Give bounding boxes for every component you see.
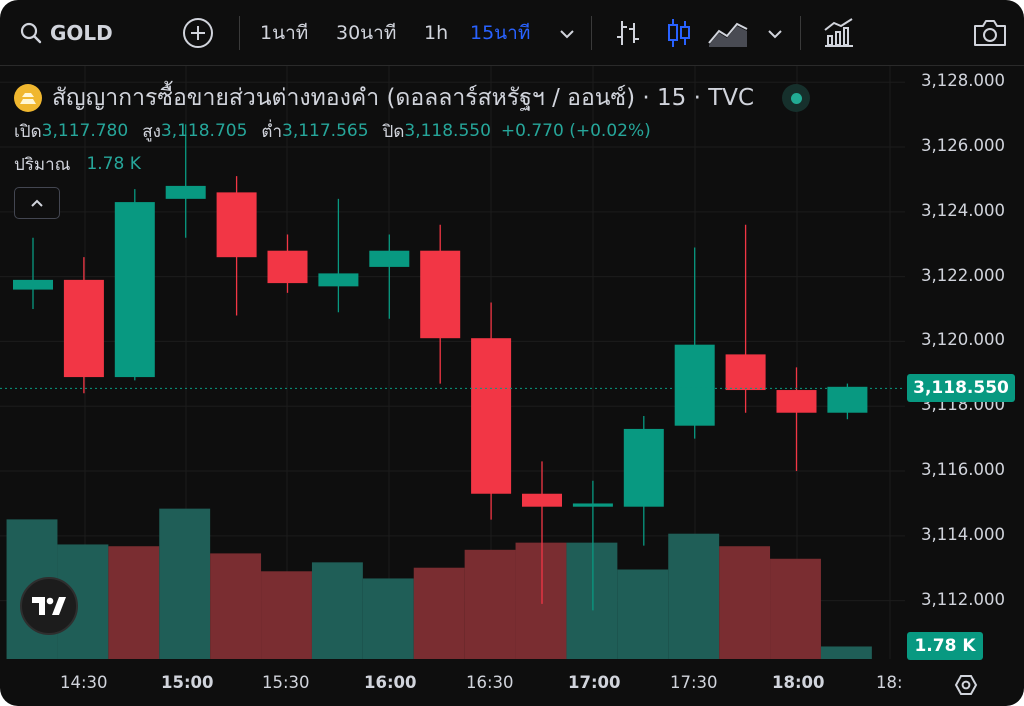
candle-body: [827, 386, 868, 413]
candle-body: [725, 354, 766, 391]
price-tick-label: 3,126.000: [921, 136, 1005, 155]
volume-bar: [668, 533, 720, 659]
candle-body: [623, 428, 664, 507]
time-tick-label: 16:00: [364, 673, 417, 692]
candle-body: [674, 344, 715, 426]
volume-bar: [820, 646, 872, 659]
volume-bar: [566, 542, 618, 659]
volume-bar: [210, 553, 262, 659]
open-value: 3,117.780: [41, 121, 129, 141]
volume-bar: [261, 571, 312, 659]
time-tick-label: 15:30: [262, 673, 310, 692]
volume-bar: [617, 569, 669, 659]
volume-bar: [515, 542, 567, 659]
volume-bar: [159, 508, 211, 659]
open-label: เปิด: [14, 121, 42, 142]
price-tick-label: 3,116.000: [921, 460, 1005, 480]
candle-body: [318, 273, 359, 287]
candle: [725, 224, 766, 413]
candle: [114, 189, 155, 381]
time-tick-label: 17:30: [670, 673, 718, 692]
price-tick-label: 3,114.000: [921, 524, 1005, 544]
candle-body: [114, 202, 155, 378]
low-value: 3,117.565: [282, 121, 369, 141]
time-tick-label: 18:15: [876, 673, 902, 692]
volume-bar: [719, 546, 771, 659]
time-tick-label: 14:30: [60, 673, 108, 692]
candle-body: [471, 338, 512, 494]
gold-symbol-icon: [14, 84, 42, 112]
chevron-up-icon: [31, 199, 43, 207]
time-tick-label: 16:30: [466, 673, 514, 692]
volume-value: 1.78 K: [86, 154, 141, 174]
candle: [776, 367, 817, 472]
symbol-title: สัญญาการซื้อขายส่วนต่างทองคำ (ดอลลาร์สหร…: [52, 85, 755, 111]
candle-body: [522, 493, 562, 507]
legend-title-row: สัญญาการซื้อขายส่วนต่างทองคำ (ดอลลาร์สหร…: [14, 80, 811, 116]
volume-bar: [770, 558, 821, 659]
ohlc-row: เปิด 3,117.780 สูง 3,118.705 ต่ำ 3,117.5…: [14, 117, 651, 145]
candlestick-series: [13, 124, 868, 611]
candle: [13, 237, 53, 310]
volume-bar: [362, 578, 414, 659]
time-tick-label: 17:00: [568, 673, 621, 692]
candle: [216, 176, 257, 316]
candle: [63, 257, 104, 394]
candle-body: [267, 250, 308, 284]
volume-bar: [413, 567, 465, 659]
close-label: ปิด: [382, 121, 405, 142]
close-value: 3,118.550: [404, 121, 491, 141]
market-status-icon[interactable]: [782, 84, 811, 112]
volume-bar: [311, 562, 363, 659]
candle-body: [420, 250, 461, 339]
price-tick-label: 3,112.000: [921, 589, 1005, 609]
volume-label: ปริมาณ: [14, 154, 71, 175]
low-label: ต่ำ: [261, 121, 282, 142]
volume-bar: [108, 546, 160, 659]
settings-icon[interactable]: [953, 672, 979, 698]
volume-row: ปริมาณ 1.78 K: [14, 150, 141, 178]
candle-body: [63, 279, 104, 378]
price-tick-label: 3,120.000: [921, 330, 1005, 350]
high-value: 3,118.705: [160, 121, 248, 141]
price-tick-label: 3,122.000: [921, 265, 1005, 285]
candle: [318, 198, 359, 313]
candle-body: [216, 192, 257, 258]
price-tick-label: 3,128.000: [921, 71, 1005, 91]
candle: [471, 302, 512, 520]
collapse-legend-button[interactable]: [14, 187, 60, 219]
candle-body: [776, 390, 817, 413]
change-value: +0.770 (+0.02%): [500, 121, 651, 141]
chart-widget: GOLD 1นาที 30นาที 1h 15นาที สัญญาการซื้อ…: [0, 0, 1024, 706]
high-label: สูง: [142, 121, 161, 142]
volume-bar: [464, 549, 516, 659]
time-tick-label: 18:00: [772, 673, 825, 692]
candle: [267, 234, 308, 293]
candle-body: [13, 279, 53, 290]
last-price-badge: 3,118.550: [907, 374, 1015, 403]
candle-body: [572, 503, 613, 507]
volume-histogram: [6, 508, 872, 659]
price-tick-label: 3,124.000: [921, 200, 1005, 220]
candle-body: [165, 185, 206, 199]
candle: [420, 224, 461, 384]
candle: [623, 415, 664, 546]
time-tick-label: 15:00: [161, 673, 214, 692]
candle-body: [369, 250, 410, 267]
tradingview-logo[interactable]: [20, 577, 78, 635]
volume-badge: 1.78 K: [907, 632, 983, 660]
